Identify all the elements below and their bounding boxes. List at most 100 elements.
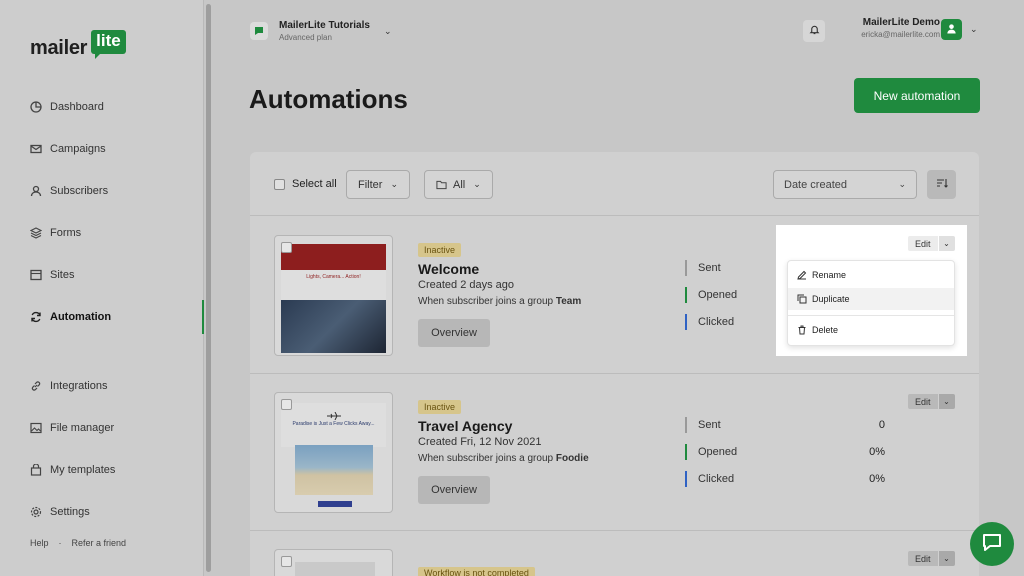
row-checkbox[interactable] — [281, 242, 292, 253]
list-toolbar: Select all Filter ⌄ All ⌄ Date created ⌄ — [250, 152, 979, 216]
overview-button[interactable]: Overview — [418, 319, 490, 347]
stat-clicked: Clicked 0% — [685, 471, 885, 487]
sidebar-item-label: Campaigns — [50, 143, 106, 155]
automation-title[interactable]: Welcome — [418, 261, 479, 277]
copy-icon — [797, 294, 807, 304]
sidebar-item-label: Subscribers — [50, 185, 109, 197]
sidebar-item-file-manager[interactable]: File manager — [30, 418, 190, 438]
edit-button[interactable]: Edit — [908, 236, 938, 251]
menu-item-label: Delete — [812, 325, 839, 335]
email-thumbnail[interactable] — [274, 549, 393, 576]
sidebar-item-sites[interactable]: Sites — [30, 265, 190, 285]
status-badge: Inactive — [418, 243, 462, 257]
edit-button-group: Edit ⌄ — [908, 236, 955, 251]
thumbnail-photo — [281, 300, 386, 353]
refer-friend-link[interactable]: Refer a friend — [72, 538, 127, 548]
thumbnail-cta — [318, 501, 352, 507]
chevron-down-icon: ⌄ — [898, 179, 906, 189]
account-name: MailerLite Tutorials — [279, 20, 370, 31]
avatar[interactable] — [941, 19, 962, 40]
menu-item-duplicate[interactable]: Duplicate — [788, 288, 954, 310]
support-chat-button[interactable] — [970, 522, 1014, 566]
email-thumbnail[interactable]: Paradise is Just a Few Clicks Away... — [274, 392, 393, 513]
sidebar-item-label: Integrations — [50, 380, 108, 392]
folder-dropdown[interactable]: All ⌄ — [424, 170, 493, 199]
chat-icon — [981, 532, 1003, 557]
stat-label: Sent — [698, 419, 721, 431]
more-options-chevron-icon[interactable]: ⌄ — [938, 236, 955, 251]
edit-button[interactable]: Edit — [908, 551, 938, 566]
sidebar-item-my-templates[interactable]: My templates — [30, 460, 190, 480]
sidebar-item-label: Settings — [50, 506, 90, 518]
sort-direction-button[interactable] — [927, 170, 956, 199]
edit-button-group: Edit ⌄ — [908, 394, 955, 409]
edit-icon — [797, 270, 807, 280]
sidebar-item-dashboard[interactable]: Dashboard — [30, 97, 190, 117]
menu-item-label: Duplicate — [812, 294, 850, 304]
menu-item-delete[interactable]: Delete — [788, 319, 954, 341]
row-checkbox[interactable] — [281, 399, 292, 410]
template-icon — [30, 464, 42, 476]
sidebar-item-settings[interactable]: Settings — [30, 502, 190, 522]
stat-label: Opened — [698, 446, 738, 458]
automation-trigger: When subscriber joins a group Foodie — [418, 453, 589, 464]
user-name: MailerLite Demo — [862, 17, 940, 28]
automations-panel: Select all Filter ⌄ All ⌄ Date created ⌄… — [250, 152, 979, 576]
user-menu-chevron-icon[interactable]: ⌄ — [970, 24, 978, 35]
sidebar-item-integrations[interactable]: Integrations — [30, 376, 190, 396]
thumbnail-photo — [295, 445, 373, 495]
layers-icon — [30, 227, 42, 239]
account-plan: Advanced plan — [279, 33, 332, 42]
mailerlite-logo[interactable]: mailer lite — [30, 30, 126, 60]
new-automation-button[interactable]: New automation — [854, 78, 980, 113]
stat-opened: Opened 0% — [685, 444, 885, 460]
trigger-text: When subscriber joins a group — [418, 453, 556, 464]
automation-card: Workflow is not completed Edit ⌄ — [250, 531, 979, 576]
more-options-chevron-icon[interactable]: ⌄ — [938, 394, 955, 409]
status-badge: Workflow is not completed — [418, 567, 535, 576]
sort-icon — [936, 176, 948, 194]
notifications-button[interactable] — [803, 20, 825, 42]
sidebar-item-label: Dashboard — [50, 101, 104, 113]
context-menu-highlight: Edit ⌄ Rename Duplicate Delete — [776, 225, 967, 356]
stat-value: 0% — [869, 473, 885, 485]
help-link[interactable]: Help — [30, 538, 49, 548]
automation-created: Created Fri, 12 Nov 2021 — [418, 436, 542, 448]
trash-icon — [797, 325, 807, 335]
automation-title[interactable]: Travel Agency — [418, 418, 512, 434]
edit-button[interactable]: Edit — [908, 394, 938, 409]
bell-icon — [809, 22, 820, 40]
chevron-down-icon: ⌄ — [473, 179, 481, 189]
stat-value: 0% — [869, 446, 885, 458]
overview-button[interactable]: Overview — [418, 476, 490, 504]
automation-trigger: When subscriber joins a group Team — [418, 296, 581, 307]
menu-item-rename[interactable]: Rename — [788, 264, 954, 286]
user-info[interactable]: MailerLite Demo ericka@mailerlite.com — [861, 17, 940, 39]
trigger-group: Team — [555, 296, 582, 307]
sidebar: mailer lite Dashboard Campaigns Subscrib… — [0, 0, 204, 576]
more-options-chevron-icon[interactable]: ⌄ — [938, 551, 955, 566]
folder-icon — [436, 180, 447, 190]
page-title: Automations — [249, 84, 408, 114]
select-all-checkbox[interactable] — [274, 178, 285, 190]
sidebar-item-automation[interactable]: Automation — [30, 307, 190, 327]
link-icon — [30, 380, 42, 392]
row-checkbox[interactable] — [281, 556, 292, 567]
account-switcher[interactable]: MailerLite Tutorials Advanced plan ⌄ — [250, 20, 392, 42]
sidebar-scrollbar[interactable] — [206, 4, 211, 572]
image-icon — [30, 422, 42, 434]
stat-label: Clicked — [698, 473, 735, 485]
stat-value: 0 — [878, 419, 885, 431]
sort-select[interactable]: Date created ⌄ — [773, 170, 917, 199]
sort-label: Date created — [784, 178, 847, 191]
email-thumbnail[interactable]: Lights, Camera... Action! — [274, 235, 393, 356]
filter-button[interactable]: Filter ⌄ — [346, 170, 410, 199]
sidebar-item-forms[interactable]: Forms — [30, 223, 190, 243]
sidebar-item-label: File manager — [50, 422, 115, 434]
sidebar-item-label: Sites — [50, 269, 75, 281]
dashboard-icon — [30, 101, 42, 113]
sidebar-item-campaigns[interactable]: Campaigns — [30, 139, 190, 159]
filter-label: Filter — [358, 178, 383, 191]
sidebar-item-subscribers[interactable]: Subscribers — [30, 181, 190, 201]
select-all[interactable]: Select all — [274, 178, 337, 190]
